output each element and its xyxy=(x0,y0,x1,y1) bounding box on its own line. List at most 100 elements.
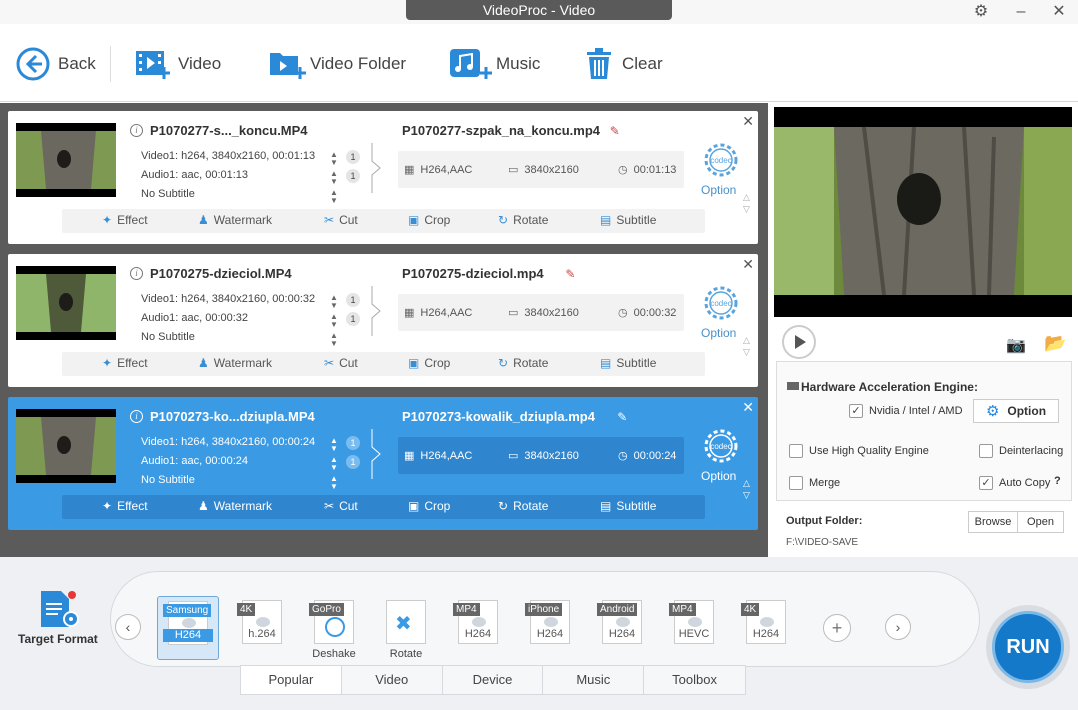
codec-option-link[interactable]: Option xyxy=(701,469,736,483)
open-button[interactable]: Open xyxy=(1018,511,1064,533)
watermark-button[interactable]: ♟ Watermark xyxy=(198,356,272,370)
move-down-icon[interactable]: ▽ xyxy=(743,491,750,500)
merge-checkbox[interactable] xyxy=(789,476,803,490)
add-format-button[interactable]: + xyxy=(823,614,851,642)
settings-gear-icon[interactable]: ⚙ xyxy=(970,2,992,22)
svg-text:codec: codec xyxy=(710,156,731,165)
video-track-count: 1 xyxy=(346,150,360,164)
rotate-button[interactable]: ↻ Rotate xyxy=(498,213,548,227)
minimize-button[interactable]: – xyxy=(1010,2,1032,22)
format-preset[interactable]: ✖ Rotate xyxy=(375,596,437,660)
move-down-icon[interactable]: ▽ xyxy=(743,205,750,214)
edit-name-pencil-icon[interactable]: ✎ xyxy=(565,267,575,281)
play-icon xyxy=(795,335,806,349)
tab-device[interactable]: Device xyxy=(443,666,544,694)
tab-popular[interactable]: Popular xyxy=(241,666,342,694)
play-button[interactable] xyxy=(782,325,816,359)
move-down-icon[interactable]: ▽ xyxy=(743,348,750,357)
codec-option-link[interactable]: Option xyxy=(701,183,736,197)
auto-copy-checkbox[interactable]: ✓ xyxy=(979,476,993,490)
move-up-icon[interactable]: △ xyxy=(743,336,750,345)
format-preset[interactable]: 4K H264 xyxy=(735,596,797,660)
info-icon[interactable]: i xyxy=(130,267,143,280)
video-track-stepper[interactable]: ▲ ▼ xyxy=(330,294,338,310)
target-format-button[interactable] xyxy=(16,589,102,634)
rotate-button[interactable]: ↻ Rotate xyxy=(498,499,548,513)
watermark-button[interactable]: ♟ Watermark xyxy=(198,499,272,513)
tab-video[interactable]: Video xyxy=(342,666,443,694)
hw-option-button[interactable]: ⚙ Option xyxy=(973,399,1059,423)
scroll-right-button[interactable]: › xyxy=(885,614,911,640)
watermark-button[interactable]: ♟ Watermark xyxy=(198,213,272,227)
video-track-stepper[interactable]: ▲ ▼ xyxy=(330,151,338,167)
effect-button[interactable]: ✦ Effect xyxy=(102,213,148,227)
audio-track-stepper[interactable]: ▲ ▼ xyxy=(330,170,338,186)
rotate-button[interactable]: ↻ Rotate xyxy=(498,356,548,370)
info-icon[interactable]: i xyxy=(130,124,143,137)
format-preset[interactable]: 4K h.264 xyxy=(231,596,293,660)
add-music-button[interactable]: Music xyxy=(450,46,540,82)
format-preset[interactable]: iPhone H264 xyxy=(519,596,581,660)
format-preset[interactable]: GoPro Deshake xyxy=(303,596,365,660)
clock-icon: ◷ xyxy=(618,164,628,176)
edit-name-pencil-icon[interactable]: ✎ xyxy=(617,410,627,424)
snapshot-camera-icon[interactable]: 📷 xyxy=(1006,335,1026,355)
remove-item-close-icon[interactable]: ✕ xyxy=(742,113,754,130)
close-window-button[interactable]: ✕ xyxy=(1048,2,1070,22)
hardware-chip-icon xyxy=(787,382,799,390)
add-video-button[interactable]: Video xyxy=(134,46,221,82)
move-up-icon[interactable]: △ xyxy=(743,479,750,488)
effect-button[interactable]: ✦ Effect xyxy=(102,356,148,370)
crop-button[interactable]: ▣ Crop xyxy=(408,356,450,370)
codec-option-link[interactable]: Option xyxy=(701,326,736,340)
add-video-folder-button[interactable]: Video Folder xyxy=(268,46,406,82)
deinterlacing-checkbox[interactable] xyxy=(979,444,993,458)
back-button[interactable]: Back xyxy=(16,46,96,82)
subtitle-track-stepper[interactable]: ▲ ▼ xyxy=(330,189,338,205)
audio-track-stepper[interactable]: ▲ ▼ xyxy=(330,313,338,329)
remove-item-close-icon[interactable]: ✕ xyxy=(742,256,754,273)
codec-gear-icon[interactable]: codec xyxy=(702,284,740,322)
effect-button[interactable]: ✦ Effect xyxy=(102,499,148,513)
nvidia-checkbox[interactable]: ✓ xyxy=(849,404,863,418)
format-preset[interactable]: Samsung H264 xyxy=(157,596,219,660)
format-preset[interactable]: MP4 HEVC xyxy=(663,596,725,660)
crop-button[interactable]: ▣ Crop xyxy=(408,213,450,227)
format-codec: H264 xyxy=(536,628,564,640)
subtitle-button[interactable]: ▤ Subtitle xyxy=(600,213,656,227)
cut-button[interactable]: ✂ Cut xyxy=(324,213,358,227)
rotate-label: Rotate xyxy=(513,356,549,370)
video-item[interactable]: i P1070273-ko...dziupla.MP4 Video1: h264… xyxy=(8,397,758,530)
video-item[interactable]: i P1070277-s..._koncu.MP4 Video1: h264, … xyxy=(8,111,758,244)
tab-music[interactable]: Music xyxy=(543,666,645,694)
format-preset[interactable]: Android H264 xyxy=(591,596,653,660)
move-up-icon[interactable]: △ xyxy=(743,193,750,202)
info-icon[interactable]: i xyxy=(130,410,143,423)
codec-gear-icon[interactable]: codec xyxy=(702,427,740,465)
cut-button[interactable]: ✂ Cut xyxy=(324,499,358,513)
browse-button[interactable]: Browse xyxy=(968,511,1018,533)
remove-item-close-icon[interactable]: ✕ xyxy=(742,399,754,416)
tab-toolbox[interactable]: Toolbox xyxy=(644,666,745,694)
crop-button[interactable]: ▣ Crop xyxy=(408,499,450,513)
video-item[interactable]: i P1070275-dzieciol.MP4 Video1: h264, 38… xyxy=(8,254,758,387)
scroll-left-button[interactable]: ‹ xyxy=(115,614,141,640)
subtitle-track-stepper[interactable]: ▲ ▼ xyxy=(330,332,338,348)
edit-name-pencil-icon[interactable]: ✎ xyxy=(610,124,620,138)
format-tag: Samsung xyxy=(163,604,212,617)
subtitle-button[interactable]: ▤ Subtitle xyxy=(600,499,656,513)
video-track-stepper[interactable]: ▲ ▼ xyxy=(330,437,338,453)
high-quality-checkbox[interactable] xyxy=(789,444,803,458)
run-button[interactable]: RUN xyxy=(986,605,1070,689)
format-preset[interactable]: MP4 H264 xyxy=(447,596,509,660)
clear-button[interactable]: Clear xyxy=(584,46,663,82)
open-folder-icon[interactable]: 📂 xyxy=(1044,333,1066,354)
tools-icon: ✖ xyxy=(395,613,412,635)
auto-copy-help-icon[interactable]: ? xyxy=(1054,475,1061,487)
cut-button[interactable]: ✂ Cut xyxy=(324,356,358,370)
audio-track-count: 1 xyxy=(346,169,360,183)
subtitle-button[interactable]: ▤ Subtitle xyxy=(600,356,656,370)
codec-gear-icon[interactable]: codec xyxy=(702,141,740,179)
subtitle-track-stepper[interactable]: ▲ ▼ xyxy=(330,475,338,491)
audio-track-stepper[interactable]: ▲ ▼ xyxy=(330,456,338,472)
